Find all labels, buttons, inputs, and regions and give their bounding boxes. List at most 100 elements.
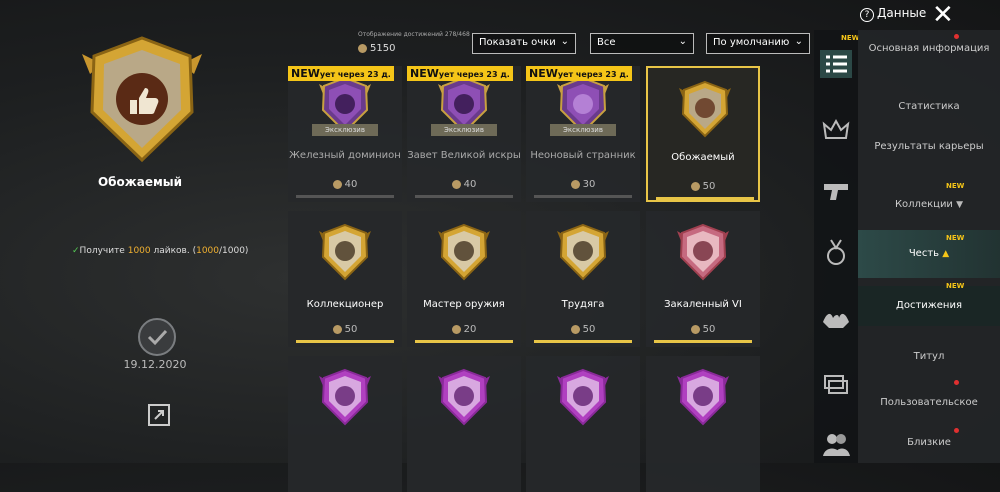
progress-bar xyxy=(415,340,513,343)
achievement-points: 50 xyxy=(288,324,402,335)
crown-icon[interactable] xyxy=(820,116,852,144)
menu-item-close-friends[interactable]: Близкие xyxy=(858,436,1000,449)
achievement-name: Закаленный VI xyxy=(664,299,742,310)
menu-item-statistics[interactable]: Статистика xyxy=(858,100,1000,113)
new-tag: NEW xyxy=(946,282,965,290)
menu-item-achievements[interactable]: Достижения xyxy=(858,286,1000,326)
share-icon[interactable] xyxy=(148,404,170,426)
menu-item-custom[interactable]: Пользовательское xyxy=(858,396,1000,409)
category-icon-bar: NEW xyxy=(814,30,860,463)
new-tag: NEW xyxy=(946,234,965,242)
achievement-progress-label: Отображение достижений 278/468 xyxy=(358,31,470,38)
new-badge: NEWует через 23 д. xyxy=(407,66,513,81)
coin-icon xyxy=(451,324,461,334)
new-tag: NEW xyxy=(946,182,965,190)
achievement-points: 50 xyxy=(646,324,760,335)
muscle-icon[interactable] xyxy=(820,306,852,334)
achievement-badge-icon xyxy=(319,223,371,281)
progress-bar xyxy=(534,195,632,198)
new-tag: NEW xyxy=(841,34,860,42)
achievement-name: Обожаемый xyxy=(671,152,735,163)
achievement-title: Обожаемый xyxy=(97,175,183,189)
coin-icon xyxy=(570,324,580,334)
pistol-icon[interactable] xyxy=(820,176,852,204)
category-menu: Основная информация Статистика Результат… xyxy=(858,30,1000,463)
achievement-points: 20 xyxy=(407,324,521,335)
achievement-card[interactable]: Мастер оружия 20 xyxy=(407,211,521,347)
achievement-name: Железный доминион xyxy=(289,150,401,161)
achievement-name: Неоновый странник xyxy=(530,150,636,161)
chevron-down-icon: ⌄ xyxy=(794,36,803,47)
achievement-points: 50 xyxy=(648,181,758,192)
sort-dropdown[interactable]: По умолчанию ⌄ xyxy=(706,33,810,54)
achievement-points: 40 xyxy=(407,179,521,190)
exclusive-tag: Эксклюзив xyxy=(431,124,497,136)
achievement-card[interactable]: NEWует через 23 д. Эксклюзив Неоновый стра… xyxy=(526,66,640,202)
achievement-badge-icon xyxy=(438,368,490,426)
coin-icon xyxy=(358,43,367,53)
menu-item-title[interactable]: Титул xyxy=(858,350,1000,363)
achievement-name: Трудяга xyxy=(561,299,605,310)
question-icon: ? xyxy=(860,8,874,22)
progress-bar xyxy=(415,195,513,198)
completion-date: 19.12.2020 xyxy=(123,358,187,371)
show-points-dropdown[interactable]: Показать очки ⌄ xyxy=(472,33,576,54)
coin-icon xyxy=(332,324,342,334)
achievement-card[interactable]: Закаленный VI 50 xyxy=(646,211,760,347)
progress-bar xyxy=(296,340,394,343)
achievement-badge-icon xyxy=(677,223,729,281)
achievement-name: Мастер оружия xyxy=(423,299,505,310)
achievement-card[interactable] xyxy=(407,356,521,492)
medal-icon[interactable] xyxy=(820,238,852,266)
coin-icon xyxy=(570,179,580,189)
progress-bar xyxy=(296,195,394,198)
chevron-down-icon: ▼ xyxy=(956,200,964,210)
achievement-card[interactable]: Обожаемый 50 xyxy=(646,66,760,202)
chevron-down-icon: ⌄ xyxy=(678,36,687,47)
chevron-down-icon: ⌄ xyxy=(560,36,569,47)
achievement-card[interactable]: Коллекционер 50 xyxy=(288,211,402,347)
achievement-card[interactable]: NEWует через 23 д. Эксклюзив Завет Великой… xyxy=(407,66,521,202)
help-button[interactable]: ? Данные xyxy=(860,6,926,22)
achievement-points: 40 xyxy=(288,179,402,190)
exclusive-tag: Эксклюзив xyxy=(312,124,378,136)
menu-item-collections[interactable]: Коллекции ▼ xyxy=(858,198,1000,212)
notification-dot xyxy=(954,380,959,385)
friends-icon[interactable] xyxy=(820,430,852,458)
progress-bar xyxy=(654,340,752,343)
achievement-points: 30 xyxy=(526,179,640,190)
menu-item-career-results[interactable]: Результаты карьеры xyxy=(858,140,1000,153)
achievement-card[interactable] xyxy=(288,356,402,492)
filter-dropdown[interactable]: Все ⌄ xyxy=(590,33,694,54)
new-badge: NEWует через 23 д. xyxy=(288,66,394,81)
achievement-detail-panel: Обожаемый ✓Получите 1000 лайков. (1000/1… xyxy=(0,0,280,463)
achievement-card[interactable] xyxy=(526,356,640,492)
achievement-points: 50 xyxy=(526,324,640,335)
notification-dot xyxy=(954,34,959,39)
achievement-badge-icon xyxy=(82,36,202,163)
notification-dot xyxy=(954,428,959,433)
menu-item-honor[interactable]: Честь ▲ xyxy=(858,230,1000,278)
achievement-badge-icon xyxy=(438,223,490,281)
achievement-badge-icon xyxy=(557,368,609,426)
achievement-badge-icon xyxy=(679,80,731,138)
coin-icon xyxy=(332,179,342,189)
cards-icon[interactable] xyxy=(820,370,852,398)
completed-check-icon xyxy=(138,318,176,356)
achievement-name: Коллекционер xyxy=(306,299,384,310)
coin-icon xyxy=(451,179,461,189)
achievement-card[interactable]: NEWует через 23 д. Эксклюзив Железный доми… xyxy=(288,66,402,202)
list-menu-icon[interactable] xyxy=(820,50,852,78)
achievement-name: Завет Великой искры xyxy=(407,150,521,161)
progress-bar xyxy=(656,197,754,200)
exclusive-tag: Эксклюзив xyxy=(550,124,616,136)
close-icon[interactable]: ✕ xyxy=(932,0,954,30)
achievement-badge-icon xyxy=(677,368,729,426)
achievement-badge-icon xyxy=(557,223,609,281)
coin-icon xyxy=(690,181,700,191)
achievement-card[interactable]: Трудяга 50 xyxy=(526,211,640,347)
coin-icon xyxy=(690,324,700,334)
achievement-card[interactable] xyxy=(646,356,760,492)
menu-item-basic-info[interactable]: Основная информация xyxy=(858,42,1000,55)
achievement-requirement: ✓Получите 1000 лайков. (1000/1000) xyxy=(72,246,249,256)
